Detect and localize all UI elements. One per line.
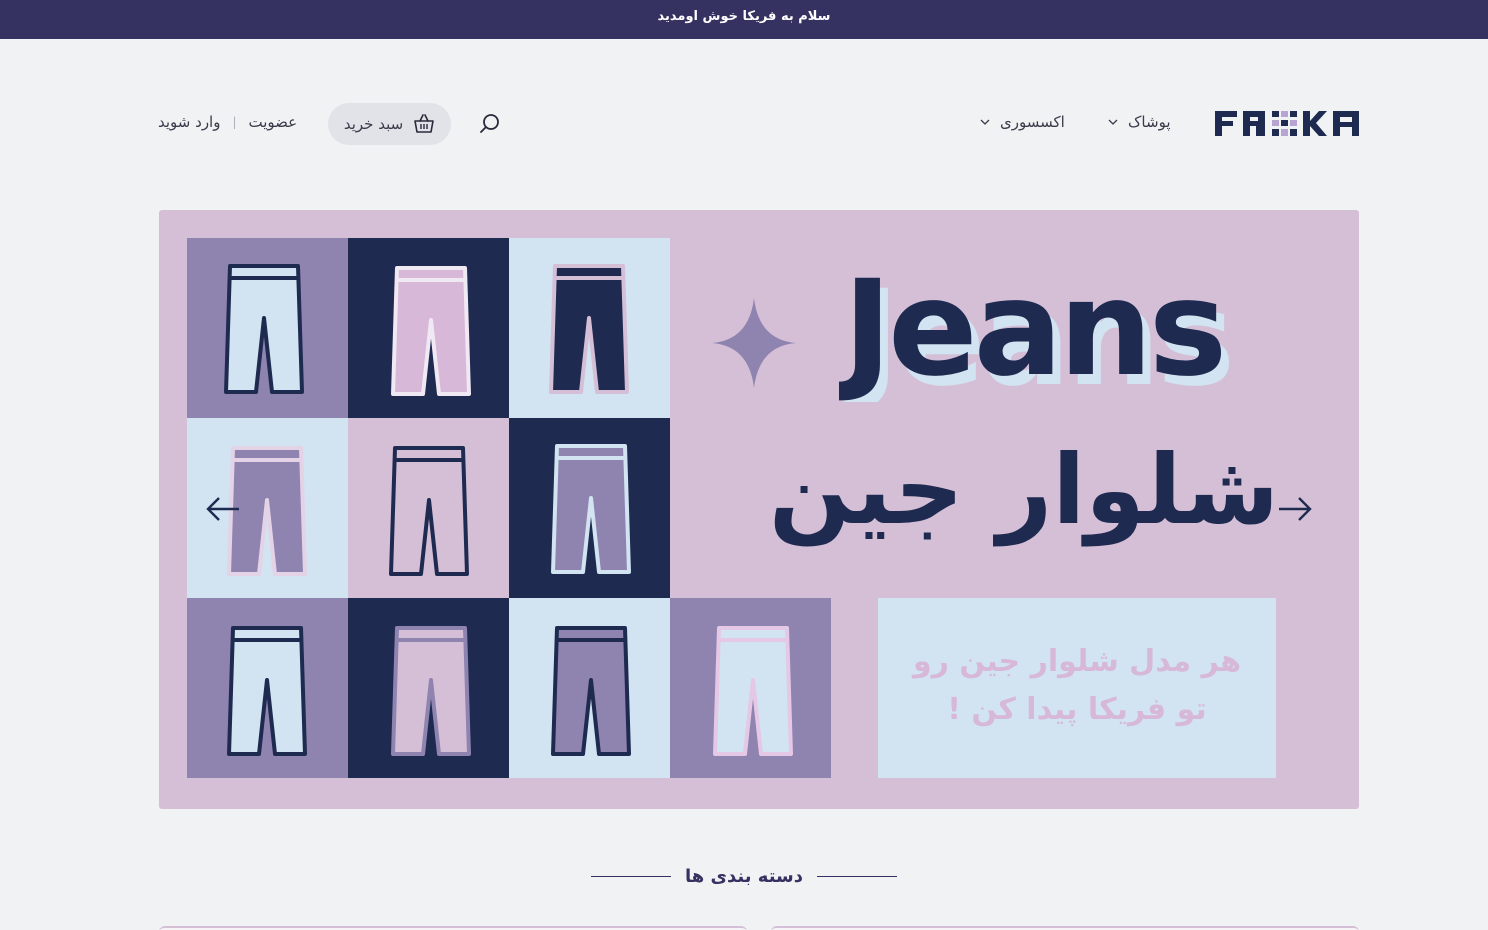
nav-clothing-label: پوشاک — [1128, 113, 1171, 131]
banner-title-fa: شلوار جین — [768, 434, 1281, 546]
welcome-bar: سلام به فریکا خوش اومدید — [0, 0, 1488, 39]
auth-separator: | — [232, 115, 237, 129]
auth-links: وارد شوید | عضویت — [158, 113, 297, 131]
banner-title-en: Jeans Jeans — [839, 262, 1235, 402]
category-card[interactable] — [159, 926, 747, 930]
svg-text:Jeans: Jeans — [839, 262, 1223, 402]
login-link[interactable]: وارد شوید — [158, 113, 220, 131]
heading-divider — [817, 875, 897, 877]
nav-accessories-label: اکسسوری — [1000, 113, 1065, 131]
banner-subtitle-line1: هر مدل شلوار جین رو — [912, 644, 1242, 679]
category-card[interactable] — [771, 926, 1359, 930]
cart-button[interactable]: سبد خرید — [328, 103, 451, 145]
banner-subtitle-box: هر مدل شلوار جین رو تو فریکا پیدا کن ! — [878, 598, 1276, 778]
arrow-right-icon[interactable] — [1277, 494, 1313, 524]
banner-subtitle-line2: تو فریکا پیدا کن ! — [947, 692, 1207, 727]
nav-accessories[interactable]: اکسسوری — [980, 113, 1065, 131]
site-header: پوشاک اکسسوری سبد خرید وارد شوید | عضویت — [0, 100, 1488, 148]
heading-divider — [591, 875, 672, 877]
cart-label: سبد خرید — [343, 115, 404, 133]
categories-title: دسته بندی ها — [685, 865, 803, 887]
signup-link[interactable]: عضویت — [249, 113, 298, 131]
search-icon[interactable] — [478, 112, 502, 136]
frika-logo[interactable] — [1215, 111, 1359, 136]
chevron-down-icon — [980, 119, 990, 125]
arrow-left-icon[interactable] — [205, 494, 241, 524]
basket-icon — [414, 114, 434, 133]
nav-clothing[interactable]: پوشاک — [1108, 113, 1171, 131]
hero-banner[interactable]: Jeans Jeans شلوار جین هر مدل شلوار جین ر… — [159, 210, 1359, 809]
categories-heading: دسته بندی ها — [0, 862, 1488, 890]
chevron-down-icon — [1108, 119, 1118, 125]
welcome-text: سلام به فریکا خوش اومدید — [657, 9, 831, 24]
